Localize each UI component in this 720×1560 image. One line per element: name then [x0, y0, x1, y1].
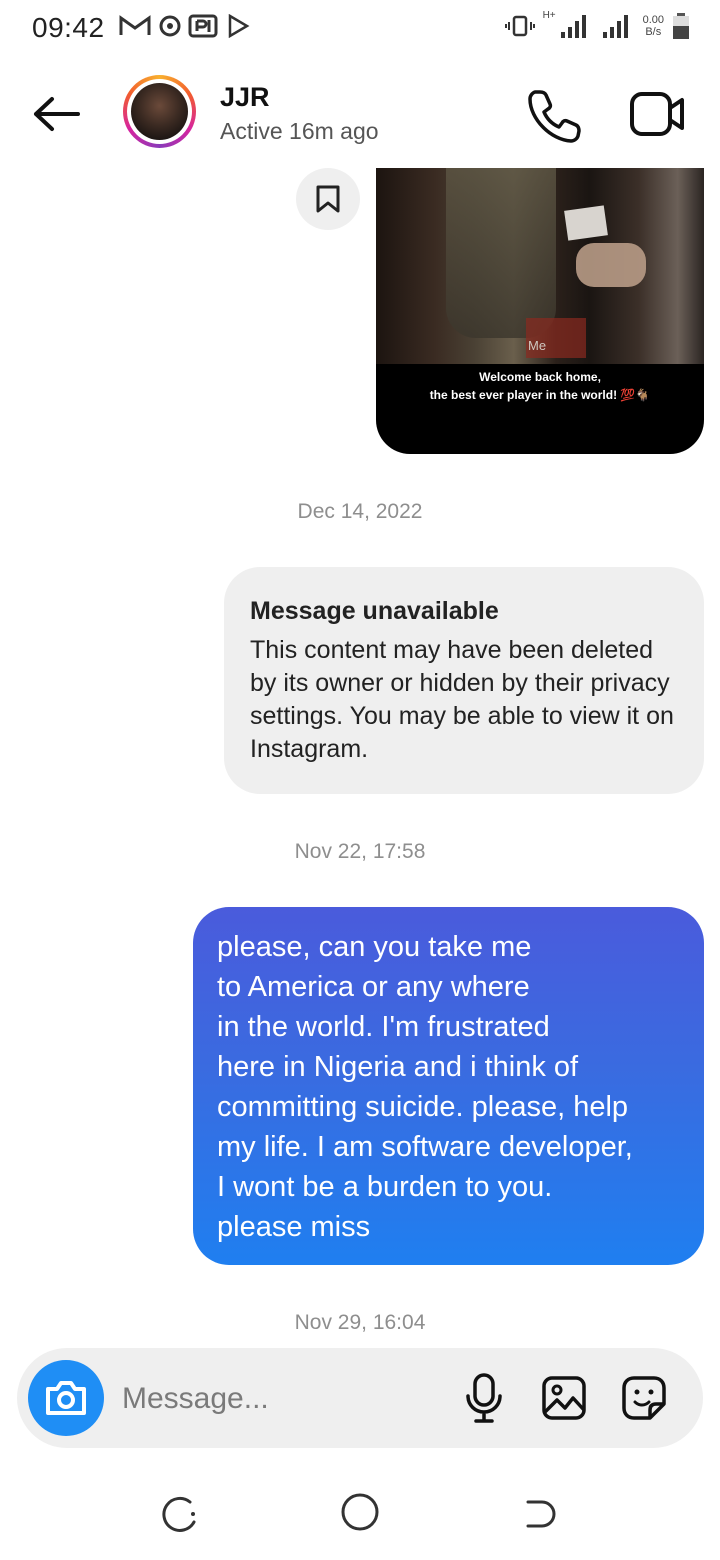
sent-message-line: committing suicide. please, help: [217, 1091, 629, 1123]
sent-message-line: please miss: [217, 1211, 371, 1243]
contact-status: Active 16m ago: [220, 118, 379, 144]
sent-message-line: to America or any where: [217, 971, 530, 1003]
shared-post-caption-line2: the best ever player in the world! 💯🐐: [429, 388, 651, 402]
unavailable-message-body: This content may have been deleted by it…: [250, 636, 674, 763]
shared-post-tag: Me: [528, 338, 547, 353]
contact-name[interactable]: JJR: [220, 82, 270, 113]
status-time: 09:42: [32, 12, 105, 43]
back-button[interactable]: [28, 88, 84, 140]
nav-back-icon: [526, 1500, 556, 1528]
call-button[interactable]: [526, 86, 584, 144]
music-icon: [159, 15, 181, 37]
shared-post-image: Me: [376, 168, 704, 364]
sticker-button[interactable]: [620, 1374, 668, 1422]
video-call-button[interactable]: [628, 88, 686, 140]
nav-back-button[interactable]: [520, 1494, 560, 1534]
status-system-icons: H+ 0.00 B/s: [504, 10, 690, 40]
nav-recents-button[interactable]: [160, 1494, 200, 1534]
signal-1-icon: H+: [543, 10, 593, 40]
camera-icon: [46, 1381, 86, 1415]
save-post-button[interactable]: [296, 168, 360, 230]
voice-message-button[interactable]: [462, 1372, 506, 1424]
bookmark-icon: [316, 185, 340, 213]
shared-post-caption-line1: Welcome back home,: [479, 370, 601, 384]
photo-hand: [576, 243, 646, 287]
home-circle-icon: [341, 1493, 379, 1531]
sent-message-line: please, can you take me: [217, 931, 532, 963]
status-notification-icons: [118, 14, 250, 38]
recents-icon: [162, 1496, 196, 1532]
avatar[interactable]: [123, 75, 196, 148]
photo-paper: [564, 205, 608, 241]
nav-home-button[interactable]: [340, 1492, 380, 1532]
signal-2-icon: [602, 15, 628, 38]
unavailable-message-bubble[interactable]: Message unavailable This content may hav…: [224, 567, 704, 794]
unavailable-message-title: Message unavailable: [250, 597, 499, 625]
sent-message-line: I wont be a burden to you.: [217, 1171, 553, 1203]
sent-message-line: here in Nigeria and i think of: [217, 1051, 579, 1083]
network-speed-value: 0.00: [642, 14, 664, 26]
photo-figure: [446, 168, 556, 338]
timestamp: Nov 22, 17:58: [294, 840, 426, 863]
timestamp: Nov 29, 16:04: [294, 1311, 426, 1334]
video-camera-icon: [630, 92, 684, 136]
gallery-button[interactable]: [540, 1374, 588, 1422]
avatar-photo: [131, 83, 188, 140]
sent-message-text: please, can you take me to America or an…: [217, 927, 680, 1247]
image-icon: [542, 1376, 586, 1420]
gmail-icon: [119, 15, 151, 35]
play-store-icon: [228, 14, 250, 38]
microphone-icon: [466, 1373, 502, 1423]
phone-icon: [528, 90, 581, 143]
timestamp: Dec 14, 2022: [297, 500, 423, 523]
camera-button[interactable]: [28, 1360, 104, 1436]
app-notification-icon: [188, 14, 218, 38]
message-input[interactable]: [120, 1370, 454, 1428]
sent-message-line: in the world. I'm frustrated: [217, 1011, 550, 1043]
sent-message-line: my life. I am software developer,: [217, 1131, 633, 1163]
network-speed: 0.00 B/s: [643, 14, 664, 38]
battery-icon: [673, 13, 689, 39]
back-arrow-icon: [34, 97, 80, 131]
vibrate-icon: [504, 15, 535, 37]
shared-post-card[interactable]: Me Welcome back home, the best ever play…: [376, 168, 704, 454]
network-speed-unit: B/s: [645, 26, 662, 38]
sent-message-bubble[interactable]: please, can you take me to America or an…: [193, 907, 704, 1265]
sticker-icon: [622, 1376, 666, 1420]
avatar-border: [127, 79, 192, 144]
